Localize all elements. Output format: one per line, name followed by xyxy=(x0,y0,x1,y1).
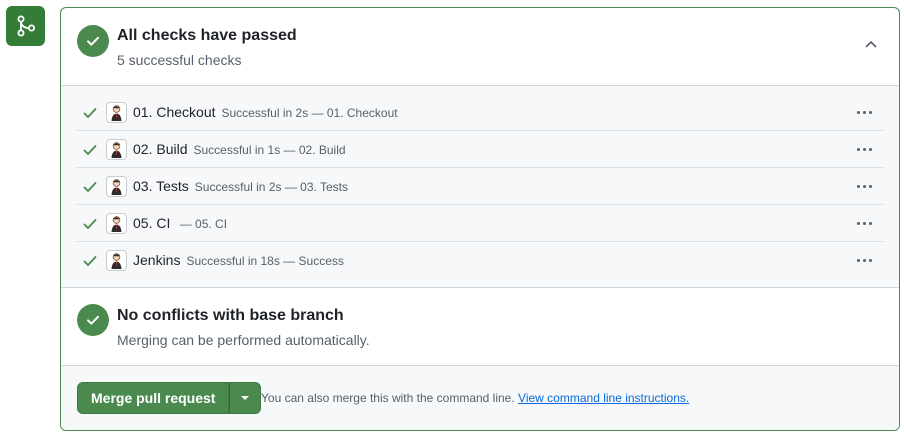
check-description: Successful in 2s — 03. Tests xyxy=(194,180,348,194)
success-check-icon xyxy=(77,25,109,57)
kebab-horizontal-icon[interactable] xyxy=(853,214,875,232)
checks-summary-subtitle: 5 successful checks xyxy=(117,52,242,68)
check-name: 03. Tests xyxy=(133,178,189,194)
merge-box: All checks have passed 5 successful chec… xyxy=(60,7,900,431)
triangle-down-icon[interactable] xyxy=(229,382,262,414)
check-row: 05. CI — 05. CI xyxy=(77,205,883,242)
checks-list: 01. Checkout Successful in 2s — 01. Check… xyxy=(61,86,899,288)
check-icon xyxy=(83,145,97,155)
kebab-horizontal-icon[interactable] xyxy=(853,177,875,195)
merge-pull-request-button[interactable]: Merge pull request xyxy=(77,382,230,414)
check-description: Successful in 1s — 02. Build xyxy=(193,143,346,157)
conflicts-subtitle: Merging can be performed automatically. xyxy=(117,332,370,348)
kebab-horizontal-icon[interactable] xyxy=(853,251,875,269)
command-line-instructions-link[interactable]: View command line instructions. xyxy=(518,391,689,405)
checks-summary: All checks have passed 5 successful chec… xyxy=(61,8,899,86)
check-icon xyxy=(83,108,97,118)
check-name: Jenkins xyxy=(133,252,181,268)
check-icon xyxy=(83,182,97,192)
jenkins-avatar-icon xyxy=(106,102,127,123)
jenkins-avatar-icon xyxy=(106,250,127,271)
conflicts-section: No conflicts with base branch Merging ca… xyxy=(61,288,899,366)
check-description: — 05. CI xyxy=(176,217,228,231)
check-icon xyxy=(83,256,97,266)
check-row: 02. Build Successful in 1s — 02. Build xyxy=(77,131,883,168)
check-name: 02. Build xyxy=(133,141,188,157)
merge-actions: Merge pull request You can also merge th… xyxy=(61,366,899,430)
jenkins-avatar-icon xyxy=(106,176,127,197)
checks-summary-title: All checks have passed xyxy=(117,27,297,44)
kebab-horizontal-icon[interactable] xyxy=(853,103,875,121)
git-merge-icon xyxy=(6,6,45,46)
success-check-icon xyxy=(77,304,109,336)
conflicts-title: No conflicts with base branch xyxy=(117,307,344,324)
check-icon xyxy=(83,219,97,229)
check-description: Successful in 2s — 01. Checkout xyxy=(221,106,398,120)
kebab-horizontal-icon[interactable] xyxy=(853,140,875,158)
jenkins-avatar-icon xyxy=(106,139,127,160)
check-row: 01. Checkout Successful in 2s — 01. Check… xyxy=(77,94,883,131)
jenkins-avatar-icon xyxy=(106,213,127,234)
check-name: 05. CI xyxy=(133,215,171,231)
check-name: 01. Checkout xyxy=(133,104,216,120)
chevron-up-icon[interactable] xyxy=(863,36,879,52)
merge-button-group: Merge pull request xyxy=(77,382,262,414)
merge-hint-text: You can also merge this with the command… xyxy=(261,391,515,405)
check-description: Successful in 18s — Success xyxy=(186,254,344,268)
merge-hint: You can also merge this with the command… xyxy=(261,391,689,405)
check-row: 03. Tests Successful in 2s — 03. Tests xyxy=(77,168,883,205)
check-row: Jenkins Successful in 18s — Success xyxy=(77,242,883,279)
